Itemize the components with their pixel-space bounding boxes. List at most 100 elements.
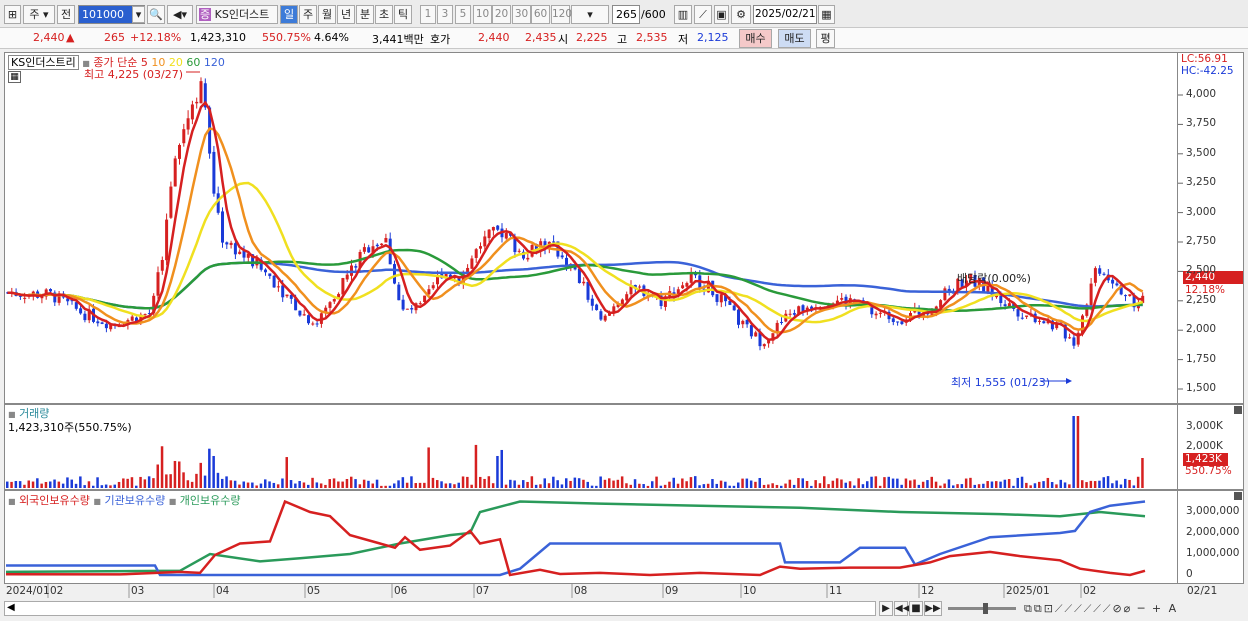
holdings-legend-0[interactable]: 외국인보유수량 [19,494,93,507]
period-5-button[interactable]: 초 [375,5,393,24]
volume-bar [960,484,964,488]
interval-5-button[interactable]: 30 [512,5,531,24]
candle-body [1020,317,1024,319]
volume-bar [345,478,349,488]
candle-body [685,283,689,287]
interval-0-button[interactable]: 1 [420,5,436,24]
candle-body [715,294,719,302]
candle-body [195,101,199,104]
volume-bar [1111,483,1114,488]
volume-bar [92,485,95,488]
volume-bar [646,485,650,488]
stop-icon[interactable]: ■ [909,601,923,616]
volume-bar [530,476,534,488]
interval-6-button[interactable]: 60 [531,5,550,24]
candle-body [315,323,319,325]
period-0-button[interactable]: 일 [280,5,298,24]
interval-4-button[interactable]: 20 [492,5,511,24]
period-3-button[interactable]: 년 [337,5,355,24]
volume-bar [74,483,78,488]
volume-bar [1038,481,1041,488]
holdings-legend: ■ 외국인보유수량 ■ 기관보유수량 ■ 개인보유수량 [8,494,241,507]
holdings-tick-label: 2,000,000 [1186,526,1240,538]
candle-body [178,144,181,159]
candle-body [801,305,805,311]
period-4-button[interactable]: 분 [356,5,374,24]
holdings-close-icon[interactable] [1234,492,1242,500]
period-6-button[interactable]: 틱 [394,5,412,24]
period-1-button[interactable]: 주 [299,5,317,24]
period-2-button[interactable]: 월 [318,5,336,24]
volume-bar [754,481,757,488]
ma-60-label[interactable]: 60 [183,56,200,69]
horizontal-scrollbar[interactable] [4,601,876,616]
volume-bar [96,477,99,488]
volume-bar [1068,484,1071,488]
candle-body [681,285,685,289]
candle-body [840,298,844,300]
volume-bar [479,476,482,488]
candle-body [900,321,904,325]
volume-bar [909,480,912,488]
volume-bar [990,481,994,488]
volume-bar [453,484,456,488]
volume-bar [590,485,594,488]
volume-bar [457,482,460,488]
price-tick-label: 1,500 [1186,382,1217,394]
volume-bar [814,480,817,488]
drawing-tools-icons[interactable]: ⧉⧉⊡⟋⟋⟋⟋⟋⟋⊘⌀ ─ + A [1024,602,1178,616]
volume-bar [401,477,405,488]
scroll-right-icon[interactable]: ▶ [879,601,893,616]
volume-bar [264,479,267,488]
scroll-left-icon[interactable]: ◀ [7,602,15,613]
volume-bar [715,483,718,488]
candle-body [423,295,427,303]
zoom-slider[interactable] [948,607,1016,610]
volume-bar [483,478,486,488]
zoom-slider-handle[interactable] [983,603,988,614]
interval-3-button[interactable]: 10 [473,5,492,24]
candle-body [401,299,405,310]
volume-bar [719,480,723,488]
volume-tick-label: 2,000K [1186,440,1223,452]
volume-bar [431,477,435,488]
fast-forward-icon[interactable]: ▶▶ [924,601,942,616]
volume-bar [27,480,30,488]
volume-bar [651,481,654,488]
interval-2-button[interactable]: 5 [455,5,471,24]
holdings-legend-2[interactable]: 개인보유수량 [180,494,241,507]
x-axis-label: 02/21 [1187,585,1218,597]
holdings-legend-1[interactable]: 기관보유수량 [104,494,168,507]
candle-body [1115,283,1119,286]
volume-bar [405,482,409,488]
price-tick-label: 1,750 [1186,352,1217,365]
candle-body [212,151,216,194]
volume-bar [53,479,56,488]
candle-body [431,285,435,289]
volume-bar [896,478,899,488]
candle-body [83,313,87,321]
table-icon[interactable]: ▦ [8,71,21,83]
volume-bar [1115,480,1118,488]
ma-120-label[interactable]: 120 [200,56,225,69]
candle-body [397,284,401,301]
candle-body [719,294,723,303]
volume-bar [934,481,938,488]
volume-bar [31,481,35,488]
volume-bar [246,482,250,488]
volume-bar [367,480,370,488]
volume-bar [638,483,641,488]
candle-body [1111,279,1115,284]
volume-bar [221,478,224,488]
volume-bar [1016,477,1019,488]
volume-bar [328,479,331,488]
volume-close-icon[interactable] [1234,406,1242,414]
stock-title[interactable]: KS인더스트리 [8,55,79,70]
volume-bar [225,476,228,488]
volume-bar [147,476,151,488]
interval-7-button[interactable]: 120 [551,5,572,24]
volume-bar [745,478,749,488]
rewind-icon[interactable]: ◀◀ [894,601,910,616]
interval-1-button[interactable]: 3 [437,5,453,24]
volume-bar [341,481,344,488]
